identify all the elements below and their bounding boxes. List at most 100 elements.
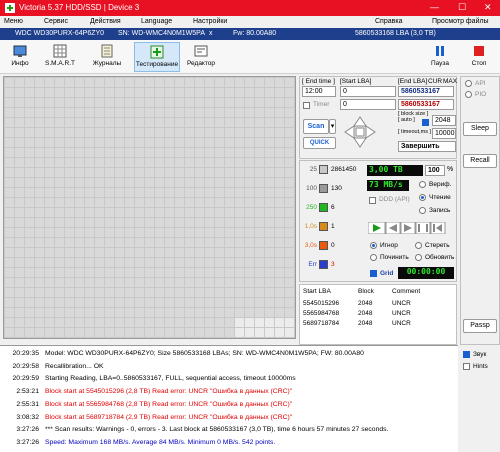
start-lba-field[interactable]: 0 bbox=[340, 86, 396, 97]
grid-cell bbox=[165, 88, 174, 97]
grid-cell bbox=[55, 228, 64, 237]
hints-checkbox[interactable] bbox=[463, 363, 470, 370]
grid-cell bbox=[135, 118, 144, 127]
menu-item-actions[interactable]: Действия bbox=[90, 18, 121, 25]
grid-cell bbox=[55, 308, 64, 317]
grid-cell bbox=[245, 188, 254, 197]
grid-cell bbox=[5, 278, 14, 287]
remap-radio[interactable] bbox=[370, 254, 377, 261]
pause-button[interactable]: Пауза bbox=[423, 42, 457, 72]
table-cell: 5545015296 bbox=[303, 300, 340, 307]
max-label[interactable]: MAX bbox=[443, 78, 457, 85]
refresh-radio[interactable] bbox=[415, 254, 422, 261]
toolbar: Инфо S.M.A.R.T Журналы Тестирование Реда… bbox=[0, 40, 500, 74]
editor-icon bbox=[194, 45, 208, 57]
grid-cell bbox=[135, 278, 144, 287]
timer-checkbox[interactable] bbox=[303, 102, 310, 109]
grid-cell bbox=[5, 188, 14, 197]
grid-cell bbox=[145, 78, 154, 87]
grid-cell bbox=[55, 218, 64, 227]
grid-cell bbox=[65, 218, 74, 227]
grid-cell bbox=[185, 128, 194, 137]
sound-checkbox[interactable] bbox=[463, 351, 470, 358]
drive-close-mark[interactable]: x bbox=[209, 30, 213, 37]
timer-field[interactable]: 0 bbox=[340, 99, 396, 110]
photo-viewer-link[interactable]: Просмотр файлы bbox=[432, 18, 489, 25]
grid-checkbox[interactable] bbox=[370, 270, 377, 277]
grid-cell bbox=[195, 158, 204, 167]
grid-cell bbox=[75, 268, 84, 277]
sleep-button[interactable]: Sleep bbox=[463, 122, 497, 136]
editor-button[interactable]: Редактор bbox=[184, 42, 218, 72]
grid-cell bbox=[185, 138, 194, 147]
grid-cell bbox=[85, 258, 94, 267]
grid-cell bbox=[245, 148, 254, 157]
grid-cell bbox=[95, 118, 104, 127]
menu-item-settings[interactable]: Настройки bbox=[193, 18, 227, 25]
menu-item-service[interactable]: Сервис bbox=[44, 18, 68, 25]
info-button[interactable]: Инфо bbox=[3, 42, 37, 72]
recall-button[interactable]: Recall bbox=[463, 154, 497, 168]
end-action-select[interactable]: Завершить bbox=[398, 141, 456, 152]
verify-radio[interactable] bbox=[419, 181, 426, 188]
grid-cell bbox=[45, 138, 54, 147]
speed-display: 73 MB/s bbox=[367, 180, 409, 191]
scan-map-grid bbox=[3, 76, 296, 339]
grid-cell bbox=[275, 88, 284, 97]
timeout-select[interactable]: 10000 bbox=[432, 128, 456, 139]
grid-cell bbox=[165, 128, 174, 137]
maximize-button[interactable]: ☐ bbox=[458, 2, 466, 13]
menu-item-language[interactable]: Language bbox=[141, 18, 172, 25]
menu-item-menu[interactable]: Меню bbox=[4, 18, 23, 25]
grid-cell bbox=[115, 248, 124, 257]
minimize-button[interactable]: — bbox=[430, 2, 439, 12]
grid-cell bbox=[225, 208, 234, 217]
smart-label: S.M.A.R.T bbox=[45, 60, 75, 67]
ddd-checkbox[interactable] bbox=[369, 197, 376, 204]
smart-button[interactable]: S.M.A.R.T bbox=[43, 42, 77, 72]
grid-cell bbox=[245, 218, 254, 227]
block-size-select[interactable]: 2048 bbox=[432, 115, 456, 126]
erase-radio[interactable] bbox=[415, 242, 422, 249]
grid-cell bbox=[115, 158, 124, 167]
grid-cell bbox=[165, 108, 174, 117]
grid-cell bbox=[125, 128, 134, 137]
write-radio[interactable] bbox=[419, 207, 426, 214]
grid-cell bbox=[205, 318, 214, 327]
grid-cell bbox=[65, 308, 74, 317]
grid-cell bbox=[185, 248, 194, 257]
scan-button[interactable]: Scan bbox=[303, 119, 329, 134]
cur-label[interactable]: CUR bbox=[428, 78, 442, 85]
api-radio[interactable] bbox=[465, 80, 472, 87]
testing-button[interactable]: Тестирование bbox=[134, 42, 180, 72]
grid-cell bbox=[95, 308, 104, 317]
stop-button[interactable]: Стоп bbox=[462, 42, 496, 72]
grid-cell bbox=[185, 178, 194, 187]
grid-cell bbox=[195, 238, 204, 247]
end-lba-field[interactable]: 5860533167 bbox=[398, 86, 454, 97]
grid-cell bbox=[75, 98, 84, 107]
pio-radio[interactable] bbox=[465, 91, 472, 98]
log-line: 3:27:26 *** Scan results: Warnings - 0, e… bbox=[0, 426, 458, 437]
logs-button[interactable]: Журналы bbox=[90, 42, 124, 72]
block-color-swatch bbox=[319, 184, 328, 193]
scan-dropdown-arrow[interactable]: ▾ bbox=[329, 119, 336, 134]
menu-item-help[interactable]: Справка bbox=[375, 18, 402, 25]
log-time: 2:53:21 bbox=[16, 388, 39, 396]
grid-cell bbox=[65, 318, 74, 327]
grid-cell bbox=[55, 168, 64, 177]
read-radio[interactable] bbox=[419, 194, 426, 201]
end-time-field[interactable]: 12:00 bbox=[302, 86, 336, 97]
end-lba-current-field[interactable]: 5860533167 bbox=[398, 99, 454, 110]
grid-cell bbox=[105, 98, 114, 107]
grid-cell bbox=[185, 208, 194, 217]
grid-cell bbox=[85, 78, 94, 87]
quick-button[interactable]: QUICK bbox=[303, 137, 336, 149]
passp-button[interactable]: Passp bbox=[463, 319, 497, 333]
grid-cell bbox=[195, 268, 204, 277]
playback-controls[interactable] bbox=[368, 222, 452, 234]
close-button[interactable]: ✕ bbox=[484, 2, 492, 13]
ignore-radio[interactable] bbox=[370, 242, 377, 249]
auto-checkbox[interactable] bbox=[422, 119, 429, 126]
direction-pad-icon[interactable] bbox=[342, 114, 378, 150]
